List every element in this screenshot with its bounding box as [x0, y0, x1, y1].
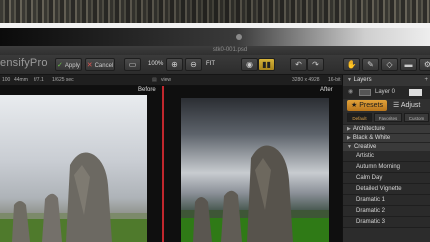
- category-label: Creative: [353, 144, 377, 150]
- subtab-custom[interactable]: Custom: [404, 113, 429, 122]
- standing-stones-after: [181, 145, 329, 242]
- toolbar: ensifyPro ✓ Apply ✕ Cancel ▭ 100% ⊕ ⊖ FIT …: [0, 55, 430, 75]
- tab-presets-label: Presets: [359, 102, 383, 109]
- preset-item[interactable]: Artistic: [343, 151, 430, 162]
- apply-button[interactable]: ✓ Apply: [55, 58, 82, 71]
- gradient-tool-icon[interactable]: ▬: [400, 58, 417, 71]
- zoom-percent: 100%: [148, 61, 164, 67]
- shutter-speed: 1/625 sec: [52, 77, 74, 83]
- iso-value: 100: [2, 77, 11, 83]
- fit-button[interactable]: FIT: [206, 58, 215, 71]
- view-mode-icon[interactable]: ▭: [124, 58, 141, 71]
- image-canvas[interactable]: Before After: [0, 86, 342, 242]
- hand-tool-icon[interactable]: ✋: [343, 58, 360, 71]
- category-label: Architecture: [352, 126, 385, 132]
- brush-tool-icon[interactable]: ✎: [362, 58, 379, 71]
- chevron-right-icon: ▶: [347, 135, 351, 141]
- preset-subtabs: Default Favorites Custom: [343, 112, 430, 123]
- image-dimensions: 3280 x 4928: [292, 77, 320, 83]
- app-brand: ensifyPro: [0, 57, 48, 69]
- category-architecture[interactable]: ▶ Architecture: [343, 124, 430, 133]
- layer-mask-icon: [409, 89, 422, 96]
- layer-visibility-icon[interactable]: ◉: [348, 86, 353, 99]
- sliders-icon: ☰: [393, 102, 400, 109]
- split-divider-handle[interactable]: [162, 86, 164, 242]
- preset-item[interactable]: Dramatic 1: [343, 195, 430, 206]
- cancel-label: Cancel: [94, 63, 114, 69]
- tab-adjust-label: Adjust: [400, 102, 421, 109]
- before-label: Before: [138, 87, 156, 93]
- app-window: stk0-001.psd ensifyPro ✓ Apply ✕ Cancel ▭ …: [0, 46, 430, 242]
- chevron-down-icon: ▼: [347, 144, 352, 150]
- zoom-in-icon[interactable]: ⊕: [166, 58, 183, 71]
- star-icon: ★: [351, 102, 358, 109]
- panel-tabs: ★ Presets ☰ Adjust: [343, 99, 430, 111]
- layer-thumb: [359, 89, 371, 96]
- after-label: After: [320, 87, 333, 93]
- disclosure-triangle-icon: ▼: [347, 77, 352, 83]
- preset-item[interactable]: Dramatic 3: [343, 217, 430, 228]
- preset-item[interactable]: Detailed Vignette: [343, 184, 430, 195]
- aperture-value: f/7.1: [34, 77, 44, 83]
- chevron-right-icon: ▶: [347, 126, 351, 132]
- apply-label: Apply: [64, 63, 80, 69]
- tab-adjust[interactable]: ☰ Adjust: [393, 100, 420, 111]
- preview-eye-icon[interactable]: ◉: [241, 58, 258, 71]
- window-indicator-dot: [236, 34, 242, 40]
- settings-icon[interactable]: ⚙: [419, 58, 430, 71]
- layer-row[interactable]: ◉ Layer 0: [343, 86, 430, 99]
- window-title: stk0-001.psd: [212, 47, 248, 53]
- background-window-strip: [0, 28, 430, 46]
- before-image: [0, 95, 147, 242]
- layers-header[interactable]: ▼ Layers +: [343, 75, 430, 86]
- layers-title: Layers: [353, 77, 372, 83]
- subtab-favorites[interactable]: Favorites: [374, 113, 402, 122]
- side-panel: ▼ Layers + ◉ Layer 0 ★ Presets ☰ Adjust …: [342, 75, 430, 242]
- category-black-white[interactable]: ▶ Black & White: [343, 133, 430, 142]
- view-label: view: [161, 77, 172, 83]
- add-layer-icon[interactable]: +: [424, 75, 428, 86]
- layer-name: Layer 0: [375, 89, 396, 95]
- subtab-default[interactable]: Default: [347, 113, 372, 122]
- after-image: [181, 98, 329, 242]
- preset-item[interactable]: Dramatic 2: [343, 206, 430, 217]
- eraser-tool-icon[interactable]: ◇: [381, 58, 398, 71]
- redo-icon[interactable]: ↷: [307, 58, 324, 71]
- tab-presets[interactable]: ★ Presets: [347, 100, 387, 111]
- category-creative[interactable]: ▼ Creative: [343, 142, 430, 151]
- undo-icon[interactable]: ↶: [290, 58, 307, 71]
- view-icon[interactable]: ▤: [152, 75, 157, 86]
- split-compare-icon[interactable]: ▮▮: [258, 58, 275, 71]
- category-label: Black & White: [352, 135, 391, 141]
- focal-length: 44mm: [14, 77, 28, 83]
- zoom-out-icon[interactable]: ⊖: [185, 58, 202, 71]
- close-icon: ✕: [86, 62, 93, 69]
- preset-item[interactable]: Calm Day: [343, 173, 430, 184]
- cancel-button[interactable]: ✕ Cancel: [85, 58, 115, 71]
- title-bar: stk0-001.psd: [0, 46, 430, 55]
- preset-item[interactable]: Autumn Morning: [343, 162, 430, 173]
- check-icon: ✓: [57, 62, 63, 69]
- standing-stones-before: [0, 152, 147, 242]
- bit-depth: 16-bit: [328, 77, 341, 83]
